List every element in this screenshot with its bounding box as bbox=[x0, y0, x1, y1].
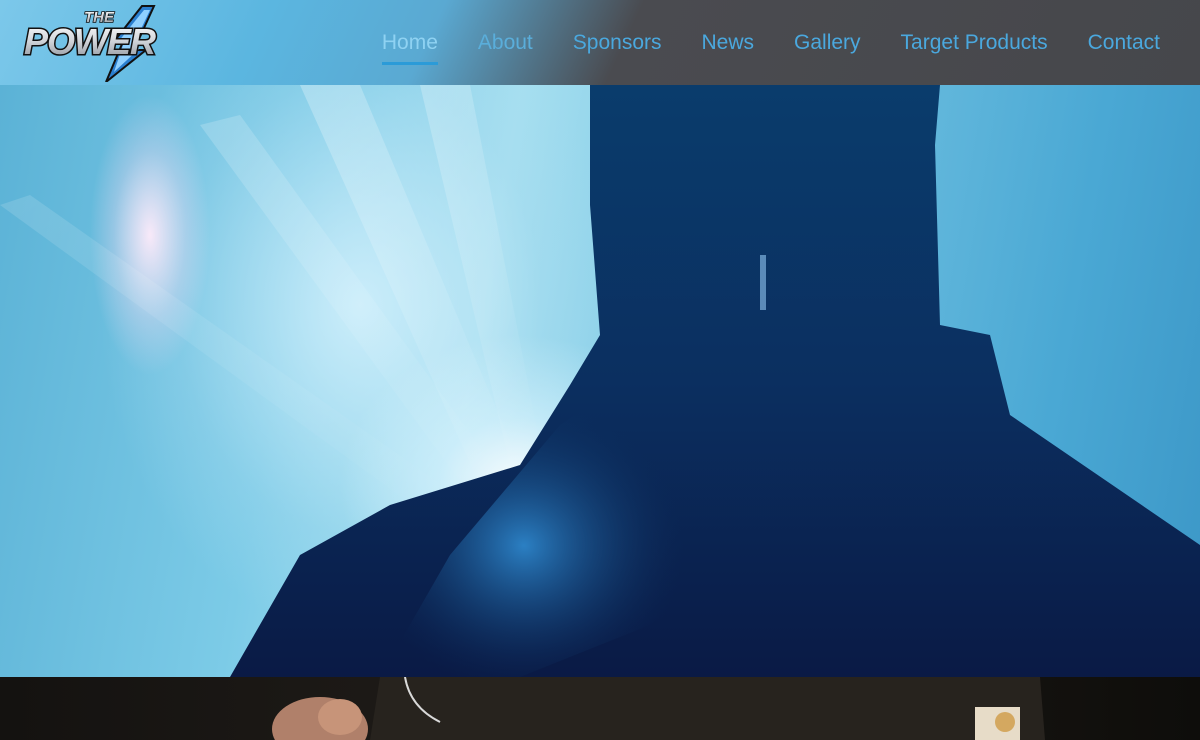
active-underline bbox=[381, 61, 438, 65]
nav-item-news[interactable]: News bbox=[702, 31, 755, 55]
power-logo-icon: THE POWER bbox=[23, 5, 159, 83]
next-section-preview bbox=[0, 677, 1200, 740]
nav-item-label: About bbox=[477, 30, 533, 54]
nav-item-target-products[interactable]: Target Products bbox=[901, 31, 1048, 55]
nav-item-label: Home bbox=[381, 30, 438, 54]
preview-image bbox=[272, 677, 1045, 740]
nav-item-contact[interactable]: Contact bbox=[1088, 31, 1160, 55]
hero-silhouette-image bbox=[0, 85, 1200, 677]
nav-item-label: Sponsors bbox=[572, 30, 662, 54]
nav-item-home[interactable]: Home bbox=[381, 30, 438, 65]
site-header: THE POWER Home About Sponsors News Galle… bbox=[0, 0, 1200, 85]
svg-text:POWER: POWER bbox=[24, 21, 156, 62]
nav-item-label: Gallery bbox=[794, 30, 861, 54]
main-nav: Home About Sponsors News Gallery Target … bbox=[342, 0, 1160, 85]
nav-item-label: Target Products bbox=[900, 30, 1048, 54]
nav-item-about[interactable]: About bbox=[478, 31, 533, 55]
nav-item-gallery[interactable]: Gallery bbox=[794, 31, 861, 55]
nav-item-sponsors[interactable]: Sponsors bbox=[573, 31, 662, 55]
site-logo[interactable]: THE POWER bbox=[22, 4, 198, 83]
nav-item-label: News bbox=[701, 30, 755, 54]
hero-video[interactable] bbox=[0, 85, 1200, 677]
nav-item-label: Contact bbox=[1087, 30, 1160, 54]
